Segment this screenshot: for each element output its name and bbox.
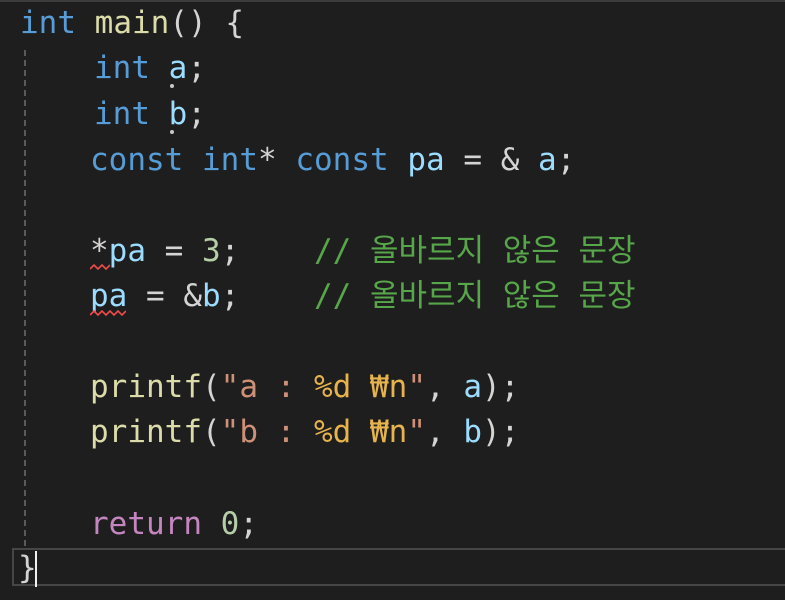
- keyword-int: int: [20, 5, 76, 41]
- code-line-13[interactable]: }: [18, 546, 37, 590]
- code-line-9[interactable]: printf("a : %d ₩n", a);: [90, 365, 519, 409]
- variable-pa: pa: [407, 142, 445, 178]
- indent-guide: [24, 50, 26, 546]
- keyword-int: int: [94, 96, 150, 132]
- open-paren: (: [201, 414, 221, 450]
- format-specifier: %d ₩n: [313, 414, 408, 450]
- address-operator: &: [183, 278, 203, 314]
- reference-dot: [170, 130, 174, 134]
- variable-pa: pa: [108, 233, 146, 269]
- string-quote: ": [407, 414, 426, 450]
- code-line-6[interactable]: *pa = 3; // 올바르지 않은 문장: [90, 229, 636, 273]
- address-operator: &: [500, 142, 520, 178]
- semicolon: ;: [187, 96, 207, 132]
- reference-dot: [170, 84, 174, 88]
- keyword-return: return: [90, 506, 202, 542]
- code-line-4[interactable]: const int* const pa = & a;: [90, 138, 575, 182]
- semicolon: ;: [556, 142, 576, 178]
- open-brace: {: [225, 5, 244, 41]
- function-name-main: main: [94, 5, 170, 41]
- assign-operator: =: [164, 233, 184, 269]
- code-line-1[interactable]: int main() {: [20, 1, 244, 45]
- string-quote: ": [407, 369, 426, 405]
- code-line-10[interactable]: printf("b : %d ₩n", b);: [90, 410, 519, 454]
- string-literal: "a :: [220, 369, 314, 405]
- format-specifier: %d ₩n: [313, 369, 408, 405]
- comment: // 올바르지 않은 문장: [314, 278, 636, 314]
- semicolon: ;: [239, 506, 258, 542]
- code-line-7[interactable]: pa = &b; // 올바르지 않은 문장: [90, 274, 636, 318]
- keyword-const: const: [295, 142, 389, 178]
- code-line-2[interactable]: int a;: [94, 46, 206, 90]
- variable-b: b: [463, 414, 482, 450]
- close-paren: );: [482, 369, 520, 405]
- keyword-int: int: [94, 50, 150, 86]
- semicolon: ;: [187, 50, 207, 86]
- keyword-int: int: [202, 142, 258, 178]
- comma: ,: [425, 369, 445, 405]
- assign-operator: =: [146, 278, 165, 314]
- current-line-highlight: [12, 548, 785, 586]
- variable-b: b: [168, 96, 188, 132]
- assign-operator: =: [463, 142, 483, 178]
- function-printf: printf: [90, 369, 202, 405]
- error-squiggle: [90, 309, 126, 317]
- text-cursor: [35, 551, 37, 587]
- keyword-const: const: [90, 142, 184, 178]
- close-brace: }: [18, 550, 37, 586]
- number-literal: 3: [202, 233, 221, 269]
- parens: (): [169, 5, 207, 41]
- function-printf: printf: [90, 414, 202, 450]
- code-editor[interactable]: int main() { int a; int b; const int* co…: [0, 0, 785, 600]
- code-line-3[interactable]: int b;: [94, 92, 206, 136]
- variable-a: a: [168, 50, 188, 86]
- comment: // 올바르지 않은 문장: [314, 233, 636, 269]
- semicolon: ;: [220, 278, 240, 314]
- string-literal: "b :: [220, 414, 314, 450]
- comma: ,: [425, 414, 445, 450]
- error-squiggle: [90, 263, 110, 271]
- number-literal: 0: [220, 506, 240, 542]
- close-paren: );: [482, 414, 520, 450]
- semicolon: ;: [220, 233, 240, 269]
- variable-b: b: [202, 278, 221, 314]
- variable-a: a: [538, 142, 557, 178]
- open-paren: (: [201, 369, 221, 405]
- code-line-12[interactable]: return 0;: [90, 502, 258, 546]
- variable-a: a: [463, 369, 482, 405]
- pointer-star: *: [258, 142, 277, 178]
